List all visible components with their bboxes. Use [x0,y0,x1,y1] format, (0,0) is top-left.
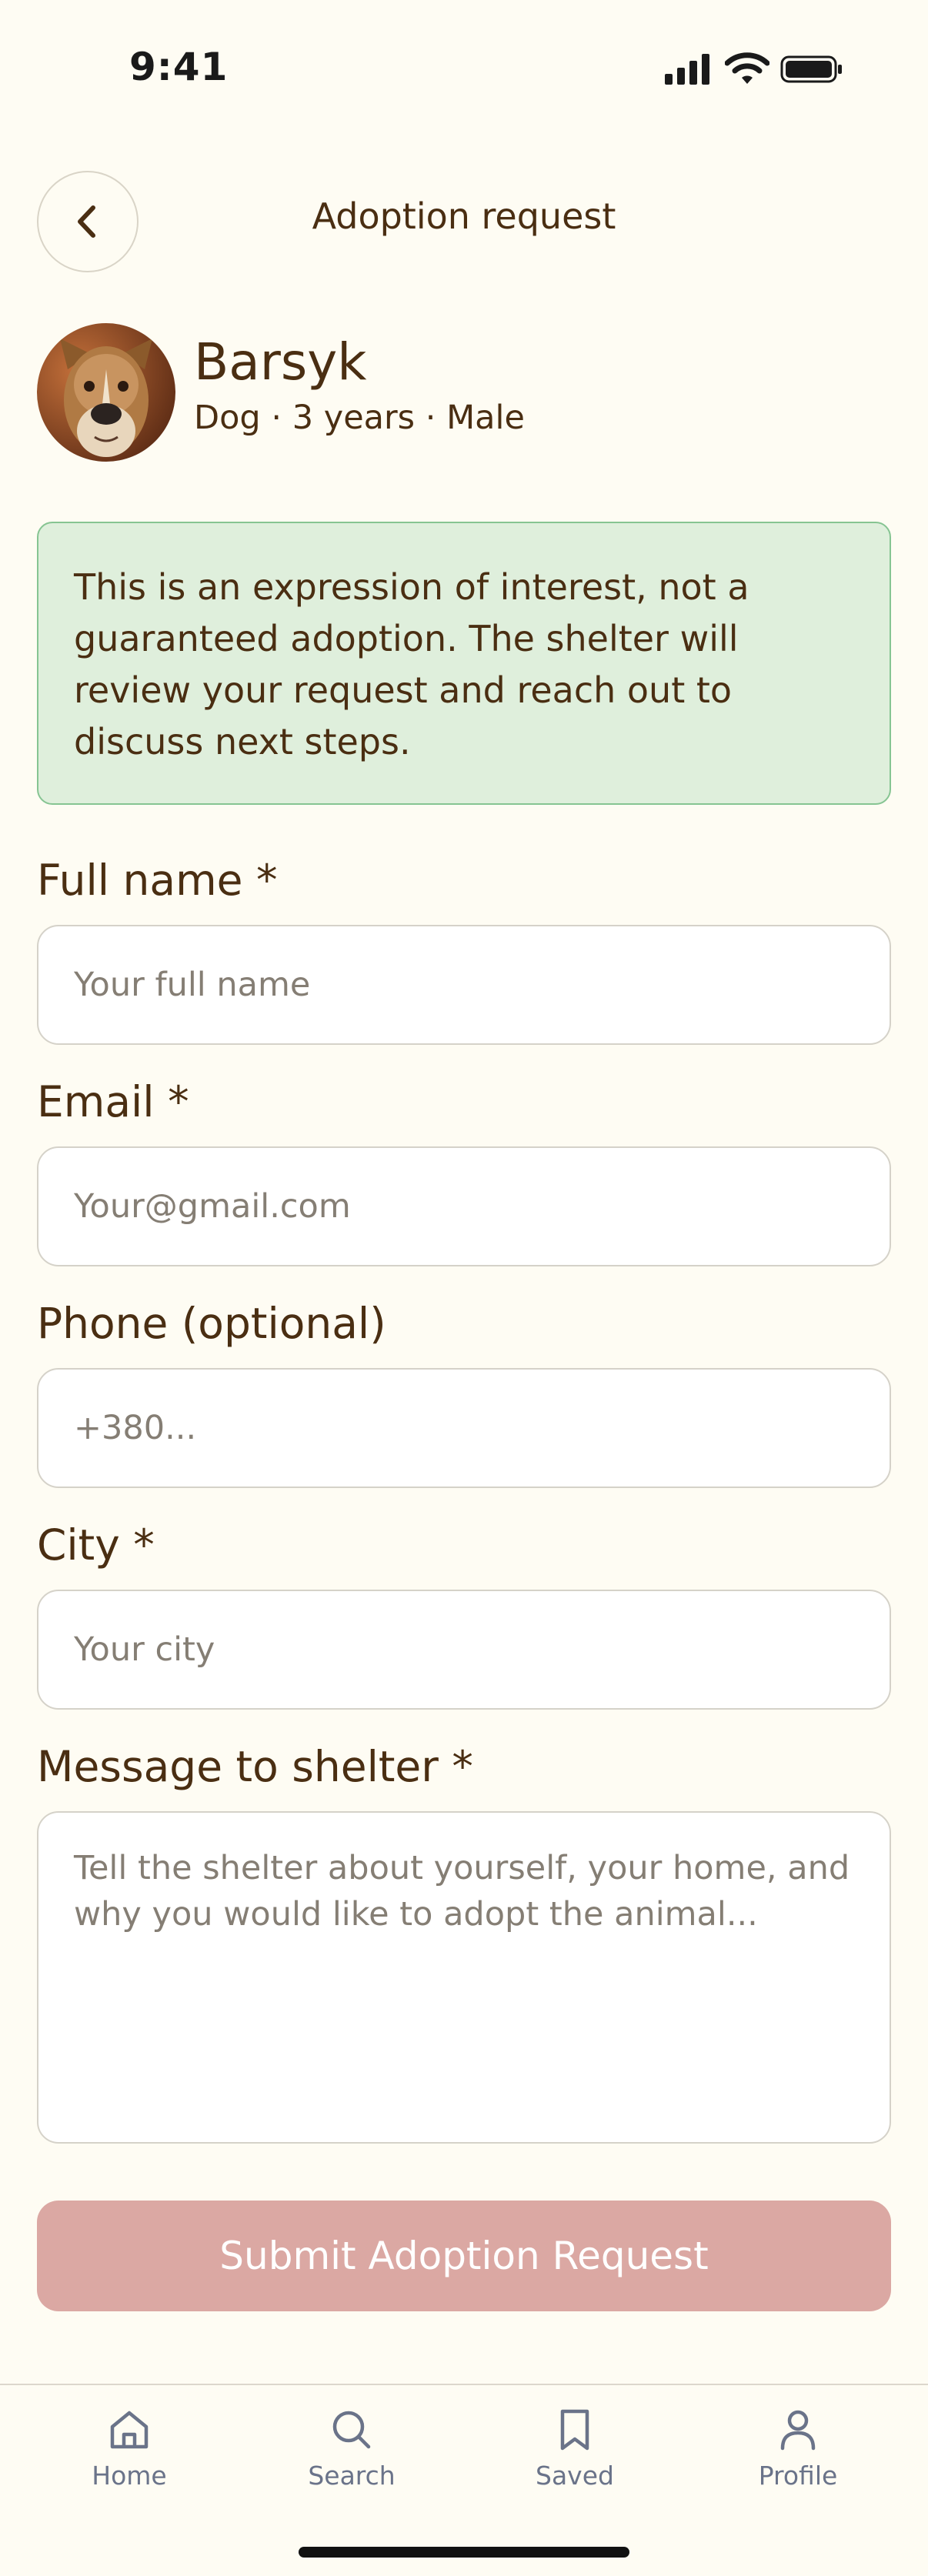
page-title: Adoption request [312,195,616,237]
submit-adoption-button[interactable]: Submit Adoption Request [37,2201,891,2311]
battery-icon [780,55,842,83]
adoption-notice: This is an expression of interest, not a… [37,522,891,805]
tab-profile-label: Profile [758,2461,838,2491]
tab-search-label: Search [308,2461,396,2491]
tab-home[interactable]: Home [52,2405,206,2491]
home-indicator [299,2547,629,2558]
full-name-label: Full name * [37,856,278,905]
city-input[interactable]: Your city [37,1590,891,1710]
pet-meta: Dog · 3 years · Male [194,399,525,437]
phone-label: Phone (optional) [37,1299,386,1348]
profile-icon [780,2410,816,2451]
tab-saved[interactable]: Saved [498,2405,652,2491]
bookmark-icon [560,2409,589,2451]
tab-home-label: Home [92,2461,167,2491]
home-icon [110,2411,149,2449]
message-textarea[interactable]: Tell the shelter about yourself, your ho… [37,1811,891,2144]
status-bar: 9:41 [0,0,928,138]
pet-avatar [37,323,175,462]
message-label: Message to shelter * [37,1742,473,1791]
search-icon [332,2411,371,2449]
phone-input[interactable]: +380... [37,1368,891,1488]
tab-search[interactable]: Search [275,2405,429,2491]
tab-saved-label: Saved [536,2461,614,2491]
city-label: City * [37,1520,155,1570]
signal-icon [665,54,709,85]
email-input[interactable]: Your@gmail.com [37,1146,891,1266]
tab-profile[interactable]: Profile [721,2405,875,2491]
status-time: 9:41 [129,45,229,89]
email-label: Email * [37,1077,189,1126]
pet-name: Barsyk [194,332,367,392]
wifi-icon [725,52,769,84]
full-name-input[interactable]: Your full name [37,925,891,1045]
